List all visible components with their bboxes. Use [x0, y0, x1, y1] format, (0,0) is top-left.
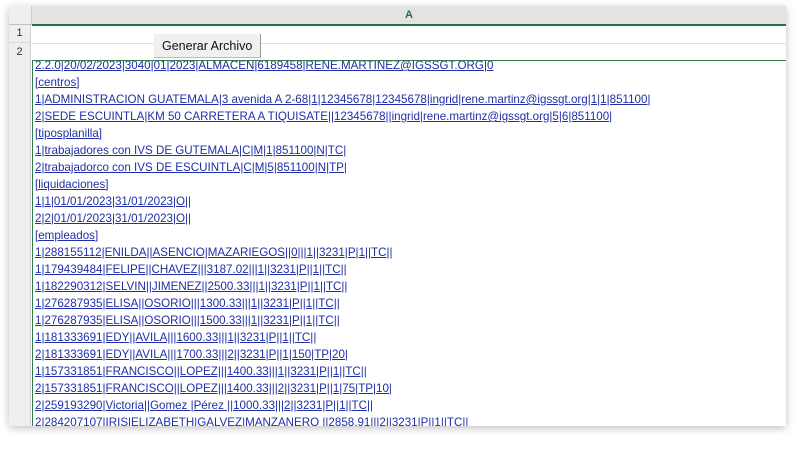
column-header-a[interactable]: A [32, 6, 786, 26]
text-line: 2|2|01/01/2023|31/01/2023|O|| [35, 212, 192, 225]
row-header-1[interactable]: 1 [9, 25, 31, 43]
text-line: 1|181333691|EDY||AVILA|||1600.33|||1||32… [35, 331, 317, 344]
row-header-2[interactable]: 2 [9, 43, 31, 426]
select-all-corner[interactable] [9, 6, 32, 25]
text-line: 2|157331851|FRANCISCO||LOPEZ|||1400.33||… [35, 382, 392, 395]
text-line: 2|284207107|IRIS|ELIZABETH|GALVEZ|MANZAN… [35, 416, 469, 426]
text-line: [empleados] [35, 229, 99, 242]
text-line: 2|trabajadorco con IVS DE ESCUINTLA|C|M|… [35, 161, 347, 174]
text-line: 2|181333691|EDY||AVILA|||1700.33|||2||32… [35, 348, 348, 361]
generate-file-button[interactable]: Generar Archivo [154, 34, 262, 58]
cell-a1[interactable] [32, 25, 786, 44]
text-line: 2|SEDE ESCUINTLA|KM 50 CARRETERA A TIQUI… [35, 110, 613, 123]
text-line: 1|182290312|SELVIN||JIMENEZ||2500.33|||1… [35, 280, 348, 293]
text-line: 1|276287935|ELISA||OSORIO|||1500.33|||1|… [35, 314, 340, 327]
text-line: 1|276287935|ELISA||OSORIO|||1300.33|||1|… [35, 297, 340, 310]
text-line: 2.2.0|20/02/2023|3040|01|2023|ALMACEN|61… [35, 60, 494, 72]
text-line: [centros] [35, 76, 80, 89]
text-line: 2|259193290|Victoria||Gomez |Pérez ||100… [35, 399, 374, 412]
output-textbox[interactable]: 2.2.0|20/02/2023|3040|01|2023|ALMACEN|61… [32, 60, 786, 426]
spreadsheet: A 1 2 Generar Archivo 2.2.0|20/02/2023|3… [9, 6, 786, 426]
text-line: 1|157331851|FRANCISCO||LOPEZ|||1400.33||… [35, 365, 367, 378]
text-line: [liquidaciones] [35, 178, 109, 191]
text-line: 1|288155112|ENILDA||ASENCIO|MAZARIEGOS||… [35, 246, 393, 259]
text-line: 1|ADMINISTRACION GUATEMALA|3 avenida A 2… [35, 93, 651, 106]
text-line: 1|trabajadores con IVS DE GUTEMALA|C|M|1… [35, 144, 347, 157]
text-line: [tiposplanilla] [35, 127, 103, 140]
text-line: 1|1|01/01/2023|31/01/2023|O|| [35, 195, 192, 208]
text-line: 1|179439484|FELIPE||CHAVEZ|||3187.02|||1… [35, 263, 347, 276]
